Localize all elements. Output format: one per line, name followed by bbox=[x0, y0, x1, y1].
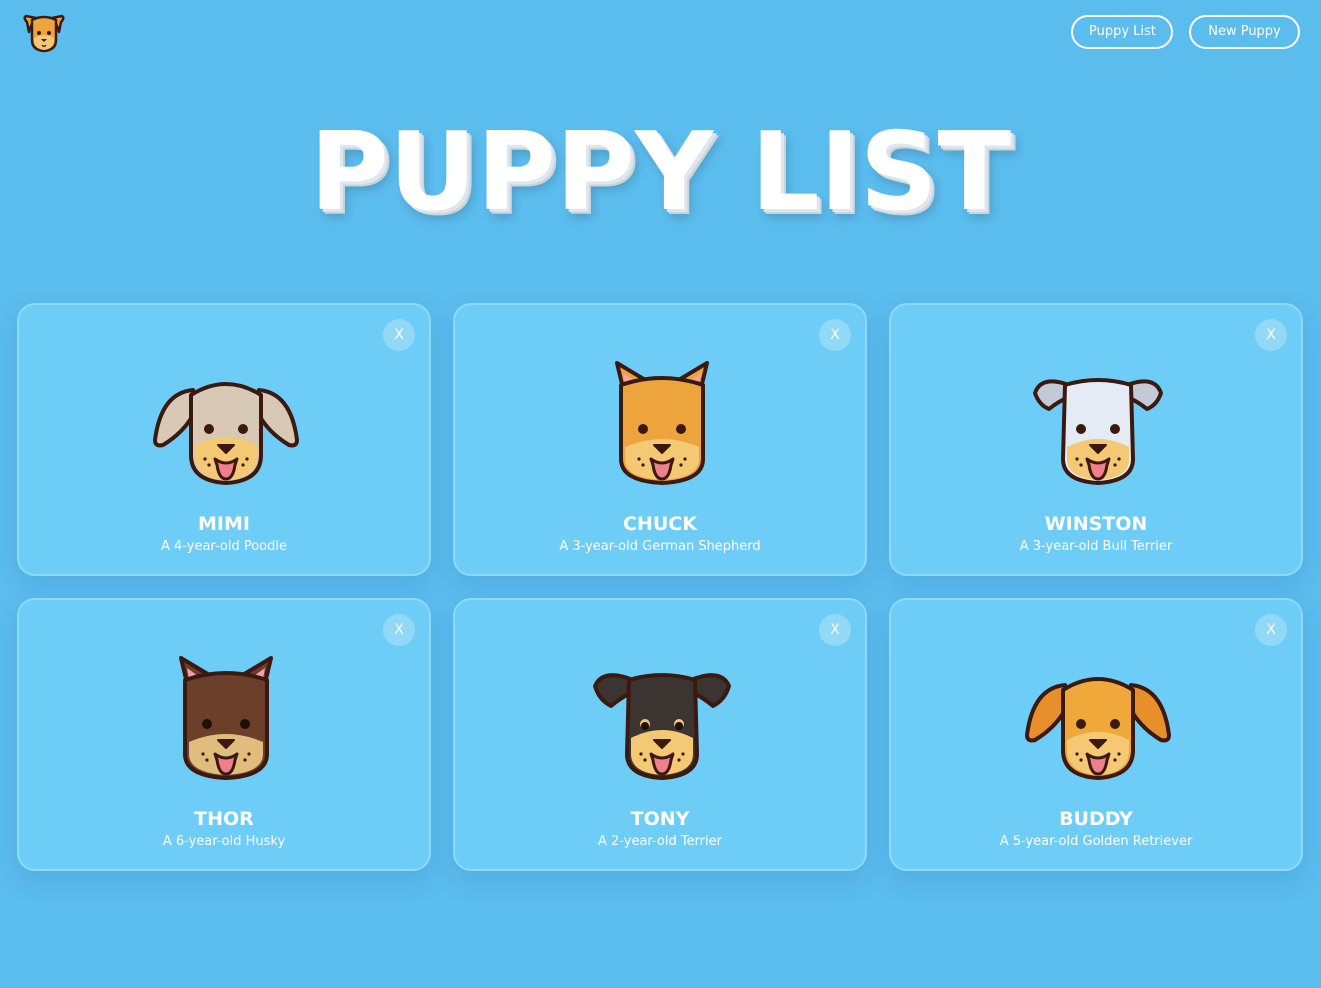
puppy-grid: X MIMI A 4-year-old Poodle X CHUCK A 3-y… bbox=[17, 303, 1303, 871]
puppy-description: A 6-year-old Husky bbox=[162, 834, 286, 849]
top-nav: Puppy List New Puppy bbox=[1071, 15, 1300, 49]
puppy-card: X TONY A 2-year-old Terrier bbox=[453, 598, 867, 871]
page-title: PUPPY LIST bbox=[309, 110, 1012, 235]
puppy-description: A 5-year-old Golden Retriever bbox=[999, 834, 1193, 849]
puppy-name: CHUCK bbox=[623, 513, 697, 535]
bull-terrier-face-icon bbox=[1033, 378, 1163, 485]
husky-face-icon bbox=[179, 656, 273, 780]
remove-puppy-button[interactable]: X bbox=[819, 319, 851, 351]
remove-puppy-button[interactable]: X bbox=[1255, 319, 1287, 351]
puppy-list-button[interactable]: Puppy List bbox=[1071, 15, 1173, 49]
puppy-name: TONY bbox=[630, 808, 690, 830]
puppy-name: MIMI bbox=[198, 513, 250, 535]
puppy-card: X CHUCK A 3-year-old German Shepherd bbox=[453, 303, 867, 576]
new-puppy-button[interactable]: New Puppy bbox=[1189, 15, 1300, 49]
puppy-card: X THOR A 6-year-old Husky bbox=[17, 598, 431, 871]
puppy-name: THOR bbox=[194, 808, 254, 830]
puppy-description: A 3-year-old Bull Terrier bbox=[1019, 539, 1173, 554]
remove-puppy-button[interactable]: X bbox=[1255, 614, 1287, 646]
remove-puppy-button[interactable]: X bbox=[383, 614, 415, 646]
puppy-description: A 3-year-old German Shepherd bbox=[559, 539, 761, 554]
terrier-face-icon bbox=[593, 673, 731, 780]
german-shepherd-face-icon bbox=[615, 361, 709, 485]
golden-retriever-face-icon bbox=[1025, 677, 1171, 780]
puppy-card: X BUDDY A 5-year-old Golden Retriever bbox=[889, 598, 1303, 871]
poodle-face-icon bbox=[153, 382, 299, 485]
puppy-card: X MIMI A 4-year-old Poodle bbox=[17, 303, 431, 576]
puppy-card: X WINSTON A 3-year-old Bull Terrier bbox=[889, 303, 1303, 576]
remove-puppy-button[interactable]: X bbox=[819, 614, 851, 646]
remove-puppy-button[interactable]: X bbox=[383, 319, 415, 351]
puppy-description: A 2-year-old Terrier bbox=[598, 834, 722, 849]
logo-puppy-icon bbox=[23, 14, 65, 53]
puppy-description: A 4-year-old Poodle bbox=[161, 539, 287, 554]
puppy-name: WINSTON bbox=[1044, 513, 1148, 535]
puppy-name: BUDDY bbox=[1059, 808, 1133, 830]
